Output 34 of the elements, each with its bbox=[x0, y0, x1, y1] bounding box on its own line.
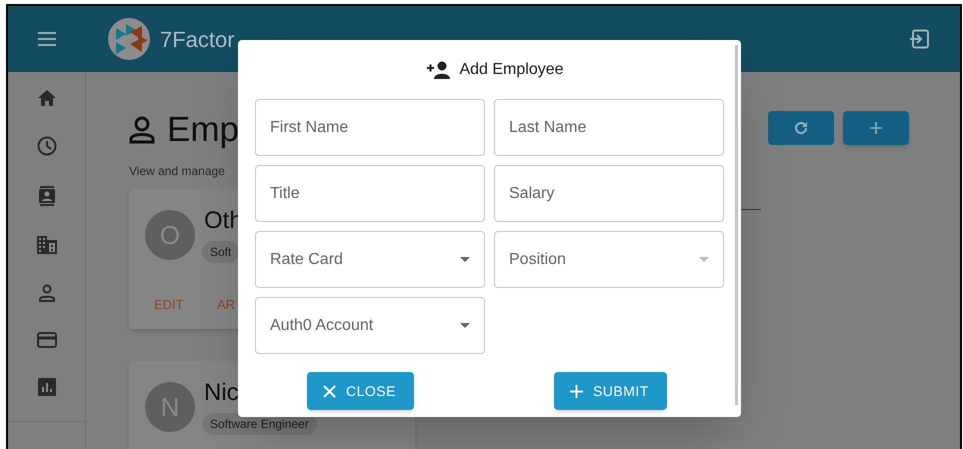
close-button[interactable]: CLOSE bbox=[307, 372, 414, 410]
logout-icon[interactable] bbox=[910, 29, 930, 49]
contact-card-icon[interactable] bbox=[38, 186, 54, 206]
select-field[interactable]: Rate Card bbox=[255, 231, 485, 288]
refresh-icon bbox=[794, 121, 808, 135]
close-icon bbox=[323, 384, 336, 398]
menu-icon[interactable] bbox=[38, 32, 56, 46]
employee-name: Nic bbox=[204, 379, 239, 407]
person-icon bbox=[129, 116, 155, 144]
text-field[interactable]: Title bbox=[255, 165, 485, 222]
building-icon[interactable] bbox=[36, 236, 56, 254]
plus-icon bbox=[870, 122, 882, 134]
add-person-icon bbox=[427, 61, 452, 79]
dialog-title: Add Employee bbox=[459, 60, 564, 80]
submit-button[interactable]: SUBMIT bbox=[554, 372, 667, 410]
scrollbar[interactable] bbox=[735, 45, 738, 405]
plus-icon bbox=[570, 384, 583, 398]
bar-chart-icon[interactable] bbox=[38, 378, 56, 396]
page-subtitle: View and manage bbox=[129, 163, 225, 180]
credit-card-icon[interactable] bbox=[36, 332, 56, 348]
app-title: 7Factor bbox=[160, 26, 235, 54]
role-chip: Soft bbox=[202, 241, 240, 263]
page-heading: Emp bbox=[167, 112, 239, 147]
card-action-button[interactable]: AR bbox=[217, 295, 236, 314]
person-icon[interactable] bbox=[38, 284, 54, 302]
clock-icon[interactable] bbox=[36, 136, 56, 156]
home-icon[interactable] bbox=[38, 90, 56, 106]
text-field[interactable]: First Name bbox=[255, 99, 485, 156]
select-field[interactable]: Auth0 Account bbox=[255, 297, 485, 354]
text-field[interactable]: Last Name bbox=[494, 99, 724, 156]
logo-icon bbox=[108, 18, 150, 60]
card-action-button[interactable]: EDIT bbox=[154, 295, 184, 314]
text-field[interactable]: Salary bbox=[494, 165, 724, 222]
refresh-button[interactable] bbox=[768, 111, 834, 145]
